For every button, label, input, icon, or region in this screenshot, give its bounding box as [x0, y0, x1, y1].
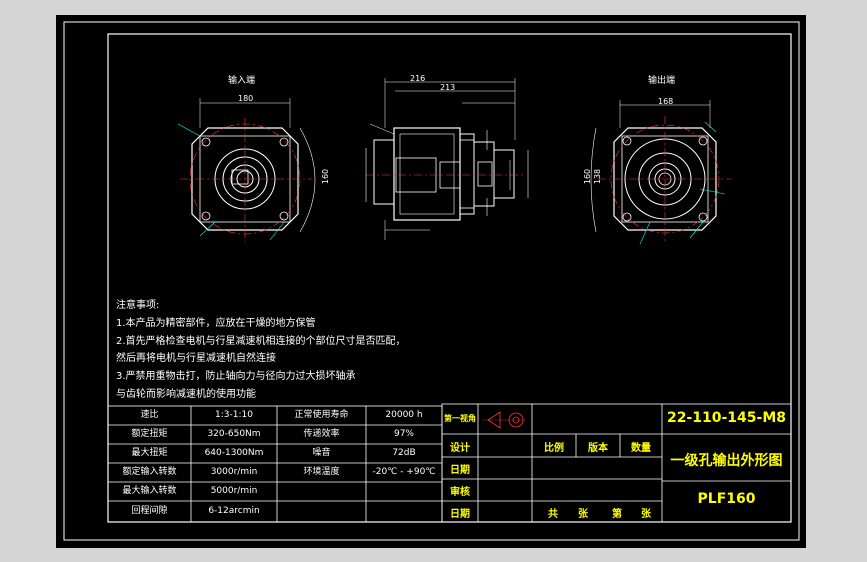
input-height-dim: 160: [321, 168, 331, 185]
spec-key: 最大扭矩: [131, 448, 168, 458]
note-line-3: 然后再将电机与行星减速机自然连接: [116, 353, 276, 364]
output-end-label: 输出端: [648, 76, 676, 86]
spec-key: 额定输入转数: [122, 467, 177, 477]
input-end-label: 输入端: [228, 76, 256, 86]
note-line-1: 1.本产品为精密部件，应放在干燥的地方保管: [116, 318, 316, 329]
spec-value: -20℃ - +90℃: [372, 467, 436, 477]
output-height-dim: 160: [583, 168, 593, 185]
spec-value: 97%: [393, 429, 414, 439]
sheet-label: 张: [641, 509, 651, 520]
number-label: 第: [612, 509, 622, 520]
spec-key: 速比: [140, 410, 159, 420]
spec-key: 最大输入转数: [122, 486, 177, 496]
spec-key: 正常使用寿命: [294, 410, 349, 420]
date-label-1: 日期: [450, 465, 470, 476]
note-line-2: 2.首先严格检查电机与行星减速机相连接的个部位尺寸是否匹配，: [116, 336, 406, 347]
version-label: 版本: [588, 443, 608, 454]
spec-key: 传递效率: [303, 429, 340, 439]
side-total-dim-1: 216: [410, 74, 426, 83]
date-label-2: 日期: [450, 509, 470, 520]
output-side-dim: 138: [593, 168, 603, 185]
design-label: 设计: [450, 443, 470, 454]
side-total-dim-2: 213: [440, 83, 456, 92]
sheets-label: 张: [578, 509, 588, 520]
spec-value: 5000r/min: [210, 486, 258, 496]
drawing-title: 一级孔输出外形图: [670, 453, 783, 469]
quantity-label: 数量: [631, 443, 651, 454]
output-width-dim: 168: [658, 97, 674, 106]
spec-value: 20000 h: [385, 410, 423, 420]
input-width-dim: 180: [238, 94, 254, 103]
spec-value: 640-1300Nm: [204, 448, 264, 458]
model-number: PLF160: [697, 491, 756, 507]
spec-value: 1:3-1:10: [215, 410, 253, 420]
scale-label: 比例: [544, 443, 564, 454]
spec-key: 噪音: [312, 448, 331, 458]
drawing-number: 22-110-145-M8: [666, 410, 787, 426]
notes-heading: 注意事项:: [116, 300, 160, 311]
spec-value: 3000r/min: [210, 467, 258, 477]
note-line-5: 与齿轮而影响减速机的使用功能: [116, 389, 256, 400]
spec-key: 额定扭矩: [131, 429, 168, 439]
spec-value: 72dB: [392, 448, 416, 458]
note-line-4: 3.严禁用重物击打，防止轴向力与径向力过大损坏轴承: [116, 371, 356, 382]
total-label: 共: [548, 509, 558, 520]
spec-value: 6-12arcmin: [208, 506, 260, 516]
spec-key: 环境温度: [303, 467, 340, 477]
review-label: 审核: [450, 487, 470, 498]
projection-label: 第一视角: [444, 414, 476, 423]
spec-value: 320-650Nm: [207, 429, 261, 439]
spec-key: 回程间隙: [131, 506, 168, 516]
